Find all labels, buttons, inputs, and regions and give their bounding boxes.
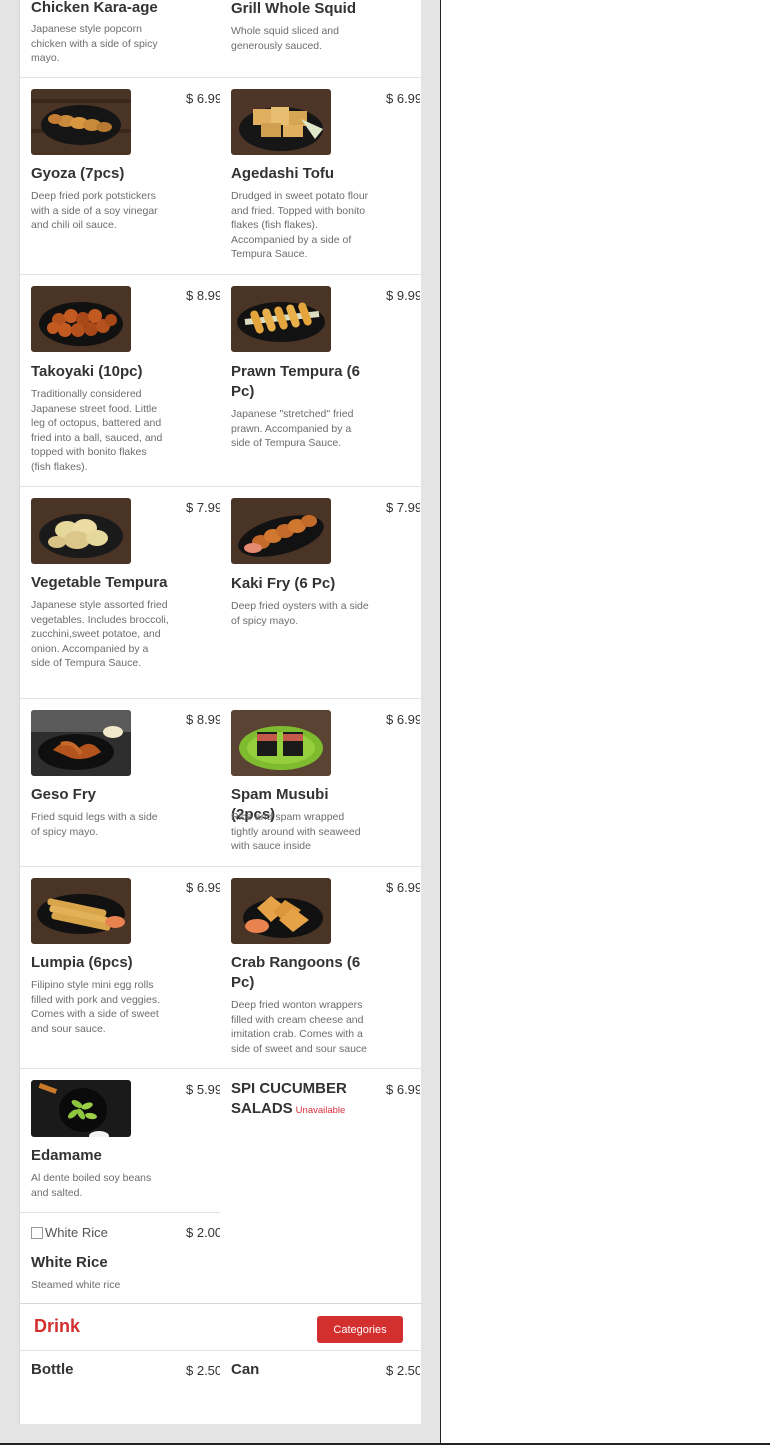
item-price: $ 6.99	[186, 91, 220, 106]
menu-item-gyoza[interactable]: $ 6.99 Gyoza (7pcs) Deep fried pork pots…	[20, 77, 220, 274]
menu-item-prawn-tempura[interactable]: $ 9.99 Prawn Tempura (6 Pc) Japanese "st…	[220, 274, 420, 486]
item-price: $ 7.99	[386, 500, 420, 515]
item-name: Lumpia (6pcs)	[31, 954, 133, 971]
menu-item-bottle[interactable]: $ 2.50 Bottle	[20, 1350, 220, 1424]
item-price: $ 7.99	[186, 500, 220, 515]
item-name: Takoyaki (10pc)	[31, 363, 143, 380]
page-gutter-left	[0, 0, 20, 1445]
geso-fry-image	[31, 710, 131, 776]
menu-item-crab-rangoons[interactable]: $ 6.99 Crab Rangoons (6 Pc) Deep fried w…	[220, 866, 420, 1068]
item-description: Traditionally considered Japanese street…	[31, 388, 163, 473]
menu-row: $ 7.99 Vegetable Tempura Japanese style …	[20, 486, 421, 699]
menu-row: $ 8.99 Takoyaki (10pc) Traditionally con…	[20, 274, 421, 487]
drink-section-header: Drink Categories	[20, 1303, 421, 1351]
item-description: Drudged in sweet potato flour and fried.…	[231, 190, 369, 261]
unavailable-badge: Unavailable	[295, 1105, 346, 1116]
menu-row: $ 6.99 Gyoza (7pcs) Deep fried pork pots…	[20, 77, 421, 275]
takoyaki-image	[31, 286, 131, 352]
item-name: Can	[231, 1361, 260, 1378]
item-name: Agedashi Tofu	[231, 165, 335, 182]
broken-image-icon	[31, 1226, 43, 1239]
white-rice-image: White Rice	[31, 1225, 108, 1240]
menu-row: White Rice $ 2.00 White Rice Steamed whi…	[20, 1213, 421, 1303]
cart-panel	[440, 0, 770, 1444]
item-name: Edamame	[31, 1147, 102, 1164]
item-description: Deep fried oysters with a side of spicy …	[231, 600, 369, 627]
item-name: Grill Whole Squid	[231, 0, 356, 17]
item-name: Geso Fry	[31, 786, 97, 803]
menu-row: $ 6.99 Lumpia (6pcs) Filipino style mini…	[20, 866, 421, 1069]
item-price: $ 6.99	[386, 1082, 420, 1097]
prawn-tempura-image	[231, 286, 331, 352]
item-price: $ 6.99	[386, 91, 420, 106]
agedashi-tofu-image	[231, 89, 331, 155]
menu-row: $ 2.50 Bottle $ 2.50 Can	[20, 1350, 421, 1424]
menu-item-vegetable-tempura[interactable]: $ 7.99 Vegetable Tempura Japanese style …	[20, 486, 220, 698]
item-description: Japanese style popcorn chicken with a si…	[31, 23, 158, 65]
item-description: Filipino style mini egg rolls filled wit…	[31, 979, 160, 1035]
edamame-image	[31, 1080, 131, 1137]
item-description: Al dente boiled soy beans and salted.	[31, 1172, 152, 1199]
item-description: Japanese "stretched" fried prawn. Accomp…	[231, 408, 354, 450]
item-description: Japanese style assorted fried vegetables…	[31, 599, 169, 670]
menu-item-white-rice[interactable]: White Rice $ 2.00 White Rice Steamed whi…	[20, 1213, 220, 1303]
menu-item-lumpia[interactable]: $ 6.99 Lumpia (6pcs) Filipino style mini…	[20, 866, 220, 1068]
categories-button[interactable]: Categories	[317, 1316, 403, 1343]
lumpia-image	[31, 878, 131, 944]
page-gutter-middle	[421, 0, 440, 1445]
item-name: SPI CUCUMBER SALADS Unavailable	[231, 1079, 371, 1121]
menu-item-geso-fry[interactable]: $ 8.99 Geso Fry Fried squid legs with a …	[20, 698, 220, 866]
item-price: $ 9.99	[386, 288, 420, 303]
item-price: $ 2.50	[186, 1363, 220, 1378]
item-price: $ 2.00	[186, 1225, 220, 1240]
menu-item-spam-musubi[interactable]: $ 6.99 Spam Musubi (2pcs) Rice and spam …	[220, 698, 420, 866]
item-name: Crab Rangoons (6 Pc)	[231, 954, 361, 991]
vegetable-tempura-image	[31, 498, 131, 564]
menu-item-kaki-fry[interactable]: $ 7.99 Kaki Fry (6 Pc) Deep fried oyster…	[220, 486, 420, 698]
item-description: Deep fried pork potstickers with a side …	[31, 190, 158, 232]
menu-row: $ 8.99 Geso Fry Fried squid legs with a …	[20, 698, 421, 867]
image-alt-text: White Rice	[45, 1225, 108, 1240]
item-description: Fried squid legs with a side of spicy ma…	[31, 811, 158, 838]
menu-list: Chicken Kara-age Japanese style popcorn …	[19, 0, 422, 1424]
item-name: White Rice	[31, 1254, 108, 1271]
menu-item-edamame[interactable]: $ 5.99 Edamame Al dente boiled soy beans…	[20, 1068, 220, 1213]
crab-rangoons-image	[231, 878, 331, 944]
menu-item-agedashi-tofu[interactable]: $ 6.99 Agedashi Tofu Drudged in sweet po…	[220, 77, 420, 274]
section-title: Drink	[34, 1316, 81, 1336]
item-name: Bottle	[31, 1361, 74, 1378]
menu-row: $ 5.99 Edamame Al dente boiled soy beans…	[20, 1068, 421, 1213]
menu-item-chicken-kara-age[interactable]: Chicken Kara-age Japanese style popcorn …	[20, 0, 220, 77]
item-price: $ 8.99	[186, 288, 220, 303]
item-description: Rice and spam wrapped tightly around wit…	[231, 811, 361, 853]
menu-item-spi-cucumber-salads[interactable]: $ 6.99 SPI CUCUMBER SALADS Unavailable	[220, 1068, 420, 1213]
item-name: Prawn Tempura (6 Pc)	[231, 363, 360, 400]
item-description: Deep fried wonton wrappers filled with c…	[231, 999, 367, 1055]
item-description: Steamed white rice	[31, 1279, 121, 1291]
menu-item-grill-whole-squid[interactable]: Grill Whole Squid Whole squid sliced and…	[220, 0, 420, 77]
item-price: $ 6.99	[186, 880, 220, 895]
spam-musubi-image	[231, 710, 331, 776]
item-name: Chicken Kara-age	[31, 0, 158, 16]
kaki-fry-image	[231, 498, 331, 564]
item-name: Gyoza (7pcs)	[31, 165, 125, 182]
menu-item-can[interactable]: $ 2.50 Can	[220, 1350, 420, 1424]
gyoza-image	[31, 89, 131, 155]
item-price: $ 8.99	[186, 712, 220, 727]
menu-item-takoyaki[interactable]: $ 8.99 Takoyaki (10pc) Traditionally con…	[20, 274, 220, 486]
item-name: Kaki Fry (6 Pc)	[231, 575, 336, 592]
item-price: $ 6.99	[386, 880, 420, 895]
menu-row: Chicken Kara-age Japanese style popcorn …	[20, 0, 421, 78]
item-price: $ 5.99	[186, 1082, 220, 1097]
item-price: $ 6.99	[386, 712, 420, 727]
item-price: $ 2.50	[386, 1363, 420, 1378]
item-description: Whole squid sliced and generously sauced…	[231, 25, 339, 52]
item-name: Vegetable Tempura	[31, 574, 168, 591]
